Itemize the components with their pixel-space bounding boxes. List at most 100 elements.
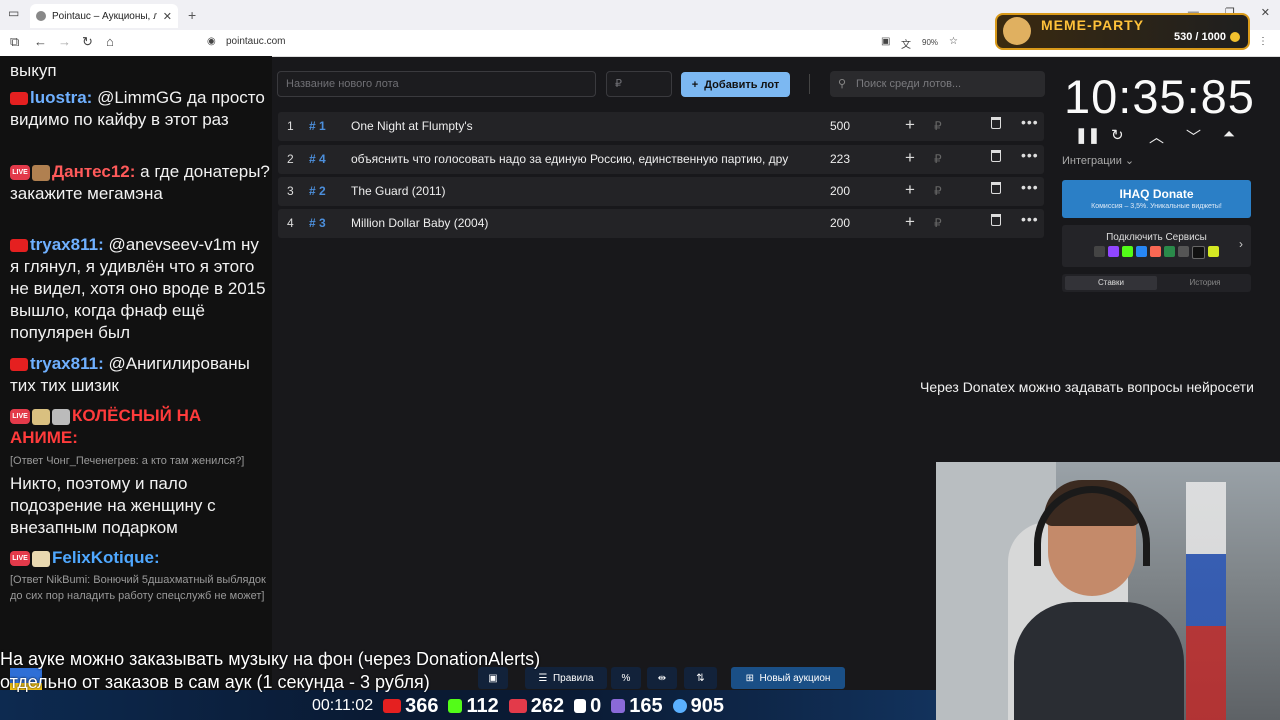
chevron-down-icon[interactable]: ﹀	[1186, 126, 1201, 147]
trash-icon[interactable]	[991, 117, 1001, 132]
lot-search-input[interactable]: ⚲ Поиск среди лотов...	[830, 71, 1045, 97]
youtube-stat: 366	[383, 695, 438, 718]
forward-icon[interactable]: →	[58, 34, 71, 49]
zoom-level[interactable]: 90%	[922, 38, 938, 47]
chat-message: LIVE FelixKotique:	[10, 547, 272, 569]
reset-icon[interactable]: ↻	[1111, 126, 1124, 144]
plus-icon: +	[691, 78, 699, 91]
lot-index: 4	[287, 216, 294, 230]
stream-stats: 00:11:02 366 112 262 0 165 905	[312, 692, 832, 720]
youtube-icon	[10, 92, 28, 106]
other-stat: 165	[611, 695, 663, 718]
sidebar-icon[interactable]: ⧉	[10, 34, 19, 50]
integrations-dropdown[interactable]: Интеграции ⌄	[1062, 154, 1134, 167]
add-bid-icon[interactable]: +	[905, 180, 915, 200]
chat-text: Никто, поэтому и пало подозрение на женщ…	[10, 474, 216, 537]
close-window-icon[interactable]: ✕	[1261, 6, 1270, 19]
lot-row[interactable]: 4 # 3 Million Dollar Baby (2004) 200 + ₽…	[278, 209, 1044, 238]
reader-icon[interactable]: ▣	[881, 36, 890, 47]
lot-amount: 200	[830, 216, 851, 230]
lot-name-input[interactable]: Название нового лота	[277, 71, 596, 97]
tab-history[interactable]: История	[1162, 276, 1248, 290]
add-lot-label: Добавить лот	[704, 78, 780, 91]
ihaq-donate-card[interactable]: IHAQ Donate Комиссия – 3,5%. Уникальные …	[1062, 180, 1251, 218]
trash-icon[interactable]	[991, 150, 1001, 165]
auction-timer: 10:35:85	[1064, 70, 1255, 123]
lot-id: # 1	[309, 119, 326, 133]
vk-icon	[1136, 246, 1147, 257]
donatex-icon	[1094, 246, 1105, 257]
lot-name: объяснить что голосовать надо за единую …	[351, 152, 789, 166]
lot-row[interactable]: 2 # 4 объяснить что голосовать надо за е…	[278, 145, 1044, 174]
percent-icon[interactable]: %	[611, 667, 641, 689]
search-placeholder: Поиск среди лотов...	[856, 78, 962, 90]
youtube-icon	[383, 699, 402, 713]
live-stat: 262	[508, 695, 564, 718]
double-up-icon[interactable]: ⏶	[1223, 126, 1235, 143]
lot-row[interactable]: 3 # 2 The Guard (2011) 200 + ₽ •••	[278, 177, 1044, 206]
lot-index: 1	[287, 119, 294, 133]
trash-icon[interactable]	[991, 182, 1001, 197]
tab-list-icon[interactable]: ▭	[8, 6, 19, 20]
back-icon[interactable]: ←	[34, 34, 47, 49]
chat-text: выкуп	[10, 61, 57, 80]
tab-bets[interactable]: Ставки	[1065, 276, 1157, 290]
add-lot-button[interactable]: + Добавить лот	[681, 72, 790, 97]
chat-message: Никто, поэтому и пало подозрение на женщ…	[10, 473, 272, 539]
person-icon	[672, 699, 687, 713]
split-icon[interactable]: ⇹	[647, 667, 677, 689]
ihaq-title: IHAQ Donate	[1119, 187, 1194, 201]
add-bid-icon[interactable]: +	[905, 115, 915, 135]
youtube-count: 366	[405, 694, 439, 717]
service-icon	[1164, 246, 1175, 257]
ruble-icon: ₽	[934, 152, 942, 166]
browser-tab[interactable]: Pointauc – Аукционы, лотереи ✕	[30, 4, 178, 28]
tab-title: Pointauc – Аукционы, лотереи	[52, 10, 157, 22]
site-info-icon[interactable]: ◉	[207, 36, 216, 47]
chat-message: luostra: @LimmGG да просто видимо по кай…	[10, 87, 272, 131]
chevron-up-icon[interactable]: ︿	[1149, 126, 1164, 147]
emote-icon	[52, 408, 70, 425]
donatex-note: Через Donatex можно задавать вопросы ней…	[920, 379, 1254, 395]
more-icon[interactable]: •••	[1021, 211, 1039, 227]
bookmark-star-icon[interactable]: ☆	[949, 36, 958, 47]
new-auction-label: Новый аукцион	[759, 672, 831, 684]
chat-message: LIVE Дантес12: а где донатеры? закажите м…	[10, 161, 272, 205]
ruble-icon: ₽	[934, 119, 942, 133]
new-auction-button[interactable]: ⊞ Новый аукцион	[731, 667, 845, 689]
new-tab-button[interactable]: +	[188, 7, 196, 23]
lot-index: 3	[287, 184, 294, 198]
menu-icon[interactable]: ⋮	[1258, 36, 1268, 47]
favicon-icon	[36, 11, 46, 21]
integrations-label: Интеграции	[1062, 155, 1122, 167]
home-icon[interactable]: ⌂	[106, 34, 114, 49]
reload-icon[interactable]: ↻	[82, 34, 93, 50]
timer-panel: 10:35:85 ❚❚ ↻ ︿ ﹀ ⏶ Интеграции ⌄ IHAQ Do…	[1056, 56, 1280, 316]
music-caption: На ауке можно заказывать музыку на фон (…	[0, 648, 540, 694]
infinity-icon	[1178, 246, 1189, 257]
youtube-icon	[10, 239, 28, 253]
more-icon[interactable]: •••	[1021, 114, 1039, 130]
add-bid-icon[interactable]: +	[905, 212, 915, 232]
live-icon	[508, 699, 527, 713]
sort-icon[interactable]: ⇅	[684, 667, 717, 689]
translate-icon[interactable]: 文	[901, 36, 911, 51]
ruble-icon: ₽	[934, 216, 942, 230]
lot-amount-input[interactable]: ₽	[606, 71, 672, 97]
add-bid-icon[interactable]: +	[905, 148, 915, 168]
pause-icon[interactable]: ❚❚	[1075, 126, 1100, 144]
lot-name: One Night at Flumpty's	[351, 119, 473, 133]
trash-icon[interactable]	[991, 214, 1001, 229]
connect-services-card[interactable]: Подключить Сервисы ›	[1062, 225, 1251, 267]
chat-nick: tryax811:	[30, 354, 104, 373]
more-icon[interactable]: •••	[1021, 147, 1039, 163]
url-bar[interactable]: pointauc.com	[226, 36, 285, 47]
grid-icon: ⊞	[745, 672, 754, 684]
more-icon[interactable]: •••	[1021, 179, 1039, 195]
chevron-down-icon: ⌄	[1124, 155, 1135, 167]
webcam-feed	[936, 462, 1280, 720]
viewers-count: 905	[690, 694, 724, 717]
lot-index: 2	[287, 152, 294, 166]
lot-row[interactable]: 1 # 1 One Night at Flumpty's 500 + ₽ •••	[278, 112, 1044, 141]
close-tab-icon[interactable]: ✕	[163, 10, 172, 23]
